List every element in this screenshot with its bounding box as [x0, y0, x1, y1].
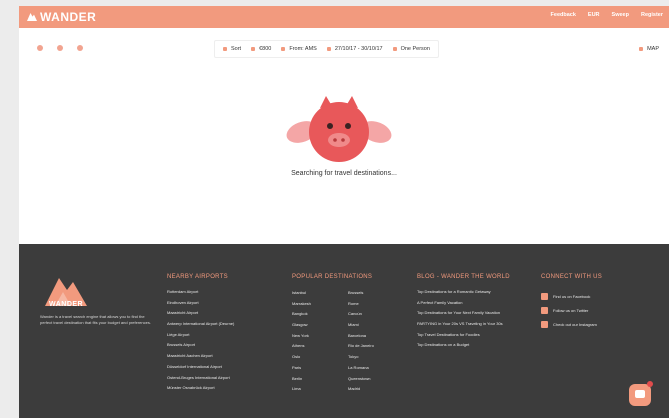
blog-title: BLOG - WANDER THE WORLD: [417, 274, 510, 280]
twitter-link-label: Follow us on Twitter: [553, 307, 589, 313]
top-navigation-bar: WANDER Feedback EUR Sweep Register: [19, 6, 669, 28]
social-links: [37, 45, 83, 51]
twitter-icon[interactable]: [57, 45, 63, 51]
instagram-link[interactable]: Check out our Instagram: [541, 317, 602, 331]
loading-message: Searching for travel destinations...: [291, 170, 397, 177]
facebook-icon[interactable]: [37, 45, 43, 51]
loading-section: Searching for travel destinations...: [19, 66, 669, 236]
instagram-icon: [541, 320, 548, 328]
destination-link[interactable]: Oslo: [292, 354, 311, 365]
destination-link[interactable]: Athens: [292, 343, 311, 354]
chat-bubble-icon: [635, 390, 645, 398]
airport-link[interactable]: Maastricht Aachen Airport: [167, 353, 234, 364]
destination-link[interactable]: New York: [292, 333, 311, 344]
connect-column: CONNECT WITH US Find us on Facebook Foll…: [541, 274, 602, 331]
sweep-link[interactable]: Sweep: [612, 12, 629, 18]
destination-link[interactable]: Istanbul: [292, 290, 311, 301]
map-label: MAP: [647, 46, 659, 52]
plane-icon: [281, 47, 286, 51]
airport-link[interactable]: Maastricht Airport: [167, 310, 234, 321]
destination-link[interactable]: Barcelona: [348, 333, 374, 344]
destination-link[interactable]: Berlin: [292, 376, 311, 387]
footer-about-text: Wander is a travel search engine that al…: [40, 314, 151, 325]
budget-filter[interactable]: €800: [251, 46, 271, 52]
destination-link[interactable]: La Romana: [348, 365, 374, 376]
euro-icon: [251, 47, 256, 51]
instagram-link-label: Check out our Instagram: [553, 321, 597, 327]
mountain-icon: [27, 13, 37, 21]
destination-link[interactable]: Brussels: [348, 290, 374, 301]
sort-label: Sort: [231, 46, 242, 52]
airport-link[interactable]: Antwerp International Airport (Deurne): [167, 321, 234, 332]
dates-label: 27/10/17 - 30/10/17: [334, 46, 383, 52]
flying-pig-icon: [286, 96, 392, 162]
destination-link[interactable]: Lima: [292, 386, 311, 397]
footer-brand: WANDER: [49, 301, 84, 308]
destination-link[interactable]: Glasgow: [292, 322, 311, 333]
site-footer: WANDER Wander is a travel search engine …: [19, 244, 669, 418]
map-button[interactable]: MAP: [639, 46, 659, 52]
airport-link[interactable]: Ostend-Bruges International Airport: [167, 375, 234, 386]
origin-label: From: AMS: [289, 46, 317, 52]
popular-destinations-column: POPULAR DESTINATIONS: [292, 274, 372, 289]
person-icon: [392, 47, 397, 51]
blog-post-link[interactable]: Top Travel Destinations for Foodies: [417, 332, 510, 343]
calendar-icon: [326, 47, 331, 51]
twitter-link[interactable]: Follow us on Twitter: [541, 303, 602, 317]
blog-post-link[interactable]: Top Destinations on a Budget: [417, 342, 510, 353]
feedback-link[interactable]: Feedback: [551, 12, 576, 18]
nearby-airports-column: NEARBY AIRPORTS Rotterdam Airport Eindho…: [167, 274, 234, 396]
brand-logo[interactable]: WANDER: [27, 10, 96, 24]
facebook-link[interactable]: Find us on Facebook: [541, 289, 602, 303]
destination-link[interactable]: Rio de Janeiro: [348, 343, 374, 354]
connect-title: CONNECT WITH US: [541, 274, 603, 280]
destinations-list-1: Istanbul Marrakesh Bangkok Glasgow New Y…: [292, 290, 311, 397]
blog-post-link[interactable]: Top Destinations for a Romantic Getaway: [417, 289, 510, 300]
airport-link[interactable]: Eindhoven Airport: [167, 300, 234, 311]
destination-link[interactable]: Rome: [348, 301, 374, 312]
sort-icon: [223, 47, 227, 51]
notification-badge: [647, 381, 653, 387]
destination-link[interactable]: Tokyo: [348, 354, 374, 365]
travelers-filter[interactable]: One Person: [392, 46, 430, 52]
budget-label: €800: [259, 46, 272, 52]
brand-name: WANDER: [40, 10, 97, 24]
destination-link[interactable]: Cancún: [348, 311, 374, 322]
dates-filter[interactable]: 27/10/17 - 30/10/17: [326, 46, 383, 52]
app-window: WANDER Feedback EUR Sweep Register Sort …: [19, 6, 669, 418]
blog-column: BLOG - WANDER THE WORLD Top Destinations…: [417, 274, 510, 353]
destination-link[interactable]: Queenstown: [348, 376, 374, 387]
destination-link[interactable]: Madrid: [348, 386, 374, 397]
blog-post-link[interactable]: Top Destinations for Your Next Family Va…: [417, 310, 510, 321]
chat-button[interactable]: [629, 381, 653, 406]
destinations-list-2: Brussels Rome Cancún Miami Barcelona Rio…: [348, 290, 374, 397]
facebook-icon: [541, 292, 548, 300]
search-filters: Sort €800 From: AMS 27/10/17 - 30/10/17 …: [214, 40, 439, 58]
airport-link[interactable]: Liège Airport: [167, 332, 234, 343]
blog-post-link[interactable]: A Perfect Family Vacation: [417, 300, 510, 311]
airport-link[interactable]: Münster Osnabrück Airport: [167, 385, 234, 396]
destination-link[interactable]: Bangkok: [292, 311, 311, 322]
instagram-icon[interactable]: [77, 45, 83, 51]
search-toolbar: Sort €800 From: AMS 27/10/17 - 30/10/17 …: [19, 36, 669, 60]
twitter-icon: [541, 306, 548, 314]
destination-link[interactable]: Marrakesh: [292, 301, 311, 312]
footer-mountain-logo: [45, 278, 87, 306]
destination-link[interactable]: Paris: [292, 365, 311, 376]
popular-destinations-title: POPULAR DESTINATIONS: [292, 274, 373, 280]
airport-link[interactable]: Düsseldorf International Airport: [167, 364, 234, 375]
currency-selector[interactable]: EUR: [588, 12, 600, 18]
blog-post-link[interactable]: PARTYING in Your 20s VS Traveling in You…: [417, 321, 510, 332]
sort-dropdown[interactable]: Sort: [223, 46, 241, 52]
airport-link[interactable]: Rotterdam Airport: [167, 289, 234, 300]
nearby-airports-title: NEARBY AIRPORTS: [167, 274, 228, 280]
origin-filter[interactable]: From: AMS: [281, 46, 317, 52]
destination-link[interactable]: Miami: [348, 322, 374, 333]
facebook-link-label: Find us on Facebook: [553, 293, 591, 299]
map-icon: [639, 47, 644, 51]
top-links: Feedback EUR Sweep Register: [551, 12, 663, 18]
airport-link[interactable]: Brussels Airport: [167, 342, 234, 353]
register-link[interactable]: Register: [641, 12, 663, 18]
travelers-label: One Person: [400, 46, 430, 52]
